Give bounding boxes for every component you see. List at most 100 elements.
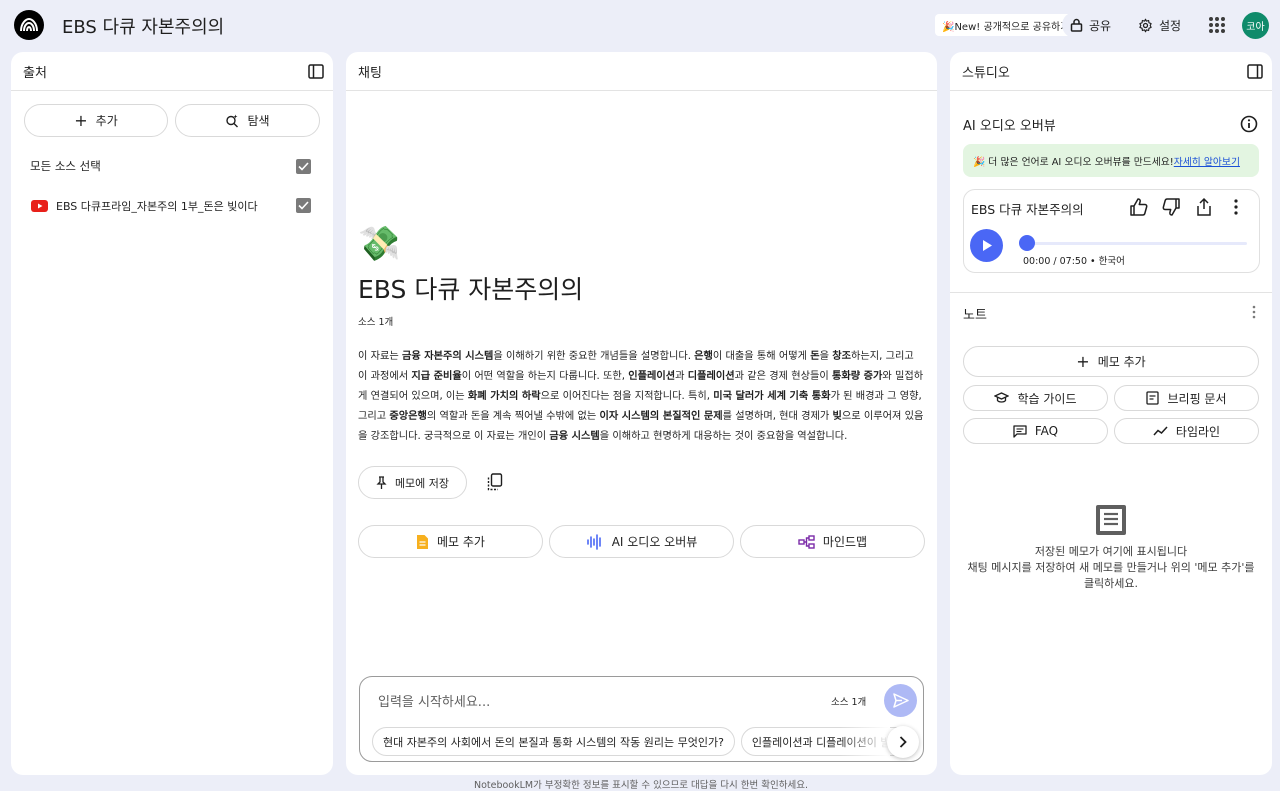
audio-player-card: EBS 다큐 자본주의의 00:00 / 07:50 • 한국어 [963,189,1260,273]
summary-keyword: 인플레이션 [628,371,676,382]
summary-keyword: 이자 시스템의 본질적인 문제 [599,411,723,422]
copy-icon[interactable] [487,473,503,491]
sources-title: 출처 [23,65,47,81]
summary-keyword: 통화량 증가 [831,371,883,382]
disclaimer: NotebookLM가 부정확한 정보를 표시할 수 있으므로 대답을 다시 한… [473,780,809,791]
source-item[interactable]: EBS 다큐프라임_자본주의 1부_돈은 빚이다 [31,198,258,214]
source-item-checkbox[interactable] [296,198,311,213]
send-button[interactable] [884,684,917,717]
play-button[interactable] [970,229,1003,262]
settings-label: 설정 [1159,18,1182,33]
empty-notes-description: 채팅 메시지를 저장하여 새 메모를 만들거나 위의 '메모 추가'를 클릭하세… [967,561,1255,590]
check-icon [298,162,309,171]
chat-panel: 채팅 💸 EBS 다큐 자본주의의 소스 1개 이 자료는 금융 자본주의 시스… [346,52,937,775]
learn-more-link[interactable]: 자세히 알아보기 [1174,154,1240,168]
summary-keyword: 금융 시스템 [549,431,600,442]
source-item-label: EBS 다큐프라임_자본주의 1부_돈은 빚이다 [56,200,258,213]
summary-keyword: 은행 [694,351,713,362]
briefing-doc-button[interactable]: 브리핑 문서 [1114,385,1259,411]
audio-overview-action-label: AI 오디오 오버뷰 [611,535,698,549]
summary-keyword: 화폐 가치의 하락 [467,391,541,402]
empty-notes-icon [1096,505,1126,535]
notebook-title[interactable]: EBS 다큐 자본주의의 [62,13,224,39]
summary-text: 를 설명하며, 현대 경제가 [722,411,833,422]
suggestion-chip[interactable]: 현대 자본주의 사회에서 돈의 본질과 통화 시스템의 작동 원리는 무엇인가? [372,727,735,756]
new-public-share-badge[interactable]: 🎉New! 공개적으로 공유하기 [935,14,1077,36]
chat-title: 채팅 [358,65,382,81]
share-button[interactable]: 공유 [1062,12,1120,38]
settings-button[interactable]: 설정 [1130,12,1190,38]
add-note-button[interactable]: + 메모 추가 [963,346,1259,377]
audio-overview-action-button[interactable]: AI 오디오 오버뷰 [549,525,734,558]
plus-icon: + [74,110,88,130]
youtube-icon [31,200,48,212]
suggestion-next-button[interactable] [887,726,919,758]
notebooklm-logo[interactable] [14,10,44,40]
add-note-action-button[interactable]: 메모 추가 [358,525,543,558]
notebook-summary: 이 자료는 금융 자본주의 시스템을 이해하기 위한 중요한 개념들을 설명합니… [358,347,924,447]
studio-divider [950,292,1272,293]
banner-text: 🎉 더 많은 언어로 AI 오디오 오버뷰를 만드세요! [973,156,1174,168]
send-icon [892,693,909,708]
audio-player-title: EBS 다큐 자본주의의 [971,202,1084,217]
summary-text: 이 대출을 통해 어떻게 [712,351,811,362]
more-vertical-icon[interactable] [1251,305,1257,319]
avatar[interactable]: 코아 [1242,12,1269,39]
add-source-button[interactable]: + 추가 [24,104,168,137]
mind-map-action-label: 마인드맵 [822,535,868,549]
chat-bubble-icon [1013,424,1027,438]
summary-text: 을 이해하기 위한 중요한 개념들을 설명합니다. [493,351,695,362]
studio-panel: 스튜디오 AI 오디오 오버뷰 🎉 더 많은 언어로 AI 오디오 오버뷰를 만… [950,52,1272,775]
explore-label: 탐색 [247,114,270,128]
suggestion-fade [840,723,890,759]
study-guide-button[interactable]: 학습 가이드 [963,385,1108,411]
notebook-heading: EBS 다큐 자본주의의 [358,275,584,304]
plus-icon: + [1076,351,1090,371]
summary-keyword: 지급 준비율 [411,371,462,382]
collapse-panel-icon[interactable] [1247,64,1263,79]
audio-progress-thumb[interactable] [1019,235,1035,251]
thumbs-down-icon[interactable] [1161,197,1181,217]
summary-keyword: 창조 [832,351,851,362]
study-guide-label: 학습 가이드 [1017,391,1077,406]
explore-button[interactable]: 탐색 [175,104,320,137]
mind-map-action-button[interactable]: 마인드맵 [740,525,925,558]
studio-header: 스튜디오 [950,52,1272,91]
notes-title: 노트 [963,308,987,323]
summary-text: 과 [675,371,688,382]
apps-grid-icon[interactable] [1209,17,1225,33]
graduation-cap-icon [994,392,1010,403]
audio-overview-title: AI 오디오 오버뷰 [963,119,1056,134]
notebook-emoji: 💸 [358,224,401,264]
lock-icon [1070,18,1083,32]
briefing-document-icon [1146,391,1160,405]
save-to-note-label: 메모에 저장 [394,476,450,490]
save-to-note-button[interactable]: 메모에 저장 [358,466,467,499]
sources-header: 출처 [11,52,333,91]
select-all-label: 모든 소스 선택 [30,159,101,173]
collapse-panel-icon[interactable] [308,64,324,79]
faq-button[interactable]: FAQ [963,418,1108,444]
summary-text: 으로 이어진다는 점을 지적합니다. 특히, [540,391,714,402]
summary-keyword: 돈 [810,351,820,362]
audio-progress-track[interactable] [1023,242,1247,245]
sparkle-search-icon [226,114,239,127]
select-all-checkbox[interactable] [296,159,311,174]
faq-label: FAQ [1034,424,1059,438]
briefing-doc-label: 브리핑 문서 [1167,391,1227,406]
share-export-icon[interactable] [1195,197,1213,217]
summary-text: 이 자료는 [358,351,402,362]
summary-text: 을 [819,351,833,362]
gear-icon [1139,18,1152,32]
chat-input[interactable]: 입력을 시작하세요... [378,691,490,710]
more-vertical-icon[interactable] [1232,198,1240,216]
summary-text: 이 어떤 역할을 하는지 다룹니다. 또한, [461,371,629,382]
audio-wave-icon [586,533,601,550]
thumbs-up-icon[interactable] [1129,197,1149,217]
timeline-button[interactable]: 타임라인 [1114,418,1259,444]
summary-keyword: 빚 [832,411,842,422]
empty-notes-title: 저장된 메모가 여기에 표시됩니다 [1034,545,1188,558]
add-source-label: 추가 [95,114,118,128]
info-icon[interactable] [1240,115,1258,133]
sources-panel: 출처 + 추가 탐색 모든 소스 선택 EBS 다큐프라임_자본주의 1부_돈은… [11,52,333,775]
